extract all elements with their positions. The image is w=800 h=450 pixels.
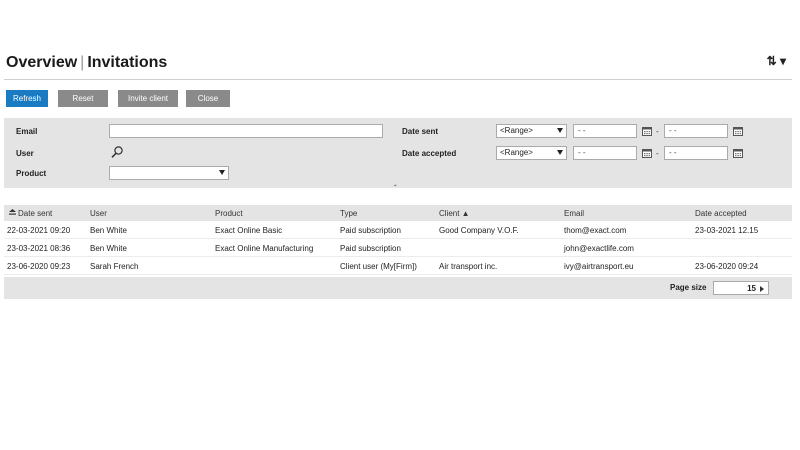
- email-label: Email: [16, 127, 38, 136]
- cell-email: thom@exact.com: [564, 226, 627, 235]
- search-icon[interactable]: [110, 145, 124, 161]
- column-email[interactable]: Email: [564, 209, 584, 218]
- table-footer: Page size 15: [4, 277, 792, 299]
- cell-date-accepted: 23-03-2021 12.15: [695, 226, 759, 235]
- invite-client-button[interactable]: Invite client: [118, 90, 178, 107]
- sort-icon[interactable]: [9, 209, 16, 218]
- collapse-filters-icon[interactable]: ˆ: [394, 184, 397, 193]
- cell-email: john@exactlife.com: [564, 244, 634, 253]
- invitations-table: Date sent User Product Type Client ▲ Ema…: [4, 205, 792, 299]
- calendar-icon[interactable]: [642, 148, 652, 158]
- table-header: Date sent User Product Type Client ▲ Ema…: [4, 205, 792, 221]
- date-accepted-range-value: <Range>: [500, 148, 533, 157]
- cell-user: Ben White: [90, 244, 127, 253]
- column-type[interactable]: Type: [340, 209, 357, 218]
- cell-client: Good Company V.O.F.: [439, 226, 519, 235]
- filter-panel: Email User Product Date sent <Range> - -…: [4, 118, 792, 193]
- cell-type: Paid subscription: [340, 244, 401, 253]
- calendar-icon[interactable]: [642, 126, 652, 136]
- cell-email: ivy@airtransport.eu: [564, 262, 634, 271]
- breadcrumb-separator: |: [80, 54, 85, 71]
- column-client[interactable]: Client ▲: [439, 209, 470, 218]
- table-row[interactable]: 22-03-2021 09:20 Ben White Exact Online …: [4, 221, 792, 239]
- product-label: Product: [16, 169, 47, 178]
- cell-date-sent: 22-03-2021 09:20: [7, 226, 71, 235]
- cell-user: Sarah French: [90, 262, 139, 271]
- reset-button[interactable]: Reset: [58, 90, 108, 107]
- date-accepted-to-input[interactable]: - -: [664, 146, 728, 160]
- page-size-input[interactable]: 15: [713, 281, 769, 295]
- date-accepted-label: Date accepted: [402, 149, 457, 158]
- column-date-accepted[interactable]: Date accepted: [695, 209, 747, 218]
- column-date-sent[interactable]: Date sent: [18, 209, 52, 218]
- refresh-button[interactable]: Refresh: [6, 90, 48, 107]
- range-separator: -: [656, 127, 659, 136]
- date-accepted-range-select[interactable]: <Range>: [496, 146, 567, 160]
- breadcrumb-invitations: Invitations: [87, 54, 168, 71]
- date-sent-range-value: <Range>: [500, 126, 533, 135]
- user-label: User: [16, 149, 34, 158]
- date-sent-from-input[interactable]: - -: [573, 124, 637, 138]
- cell-product: Exact Online Manufacturing: [215, 244, 314, 253]
- cell-type: Client user (My[Firm]): [340, 262, 417, 271]
- cell-user: Ben White: [90, 226, 127, 235]
- page-header: Overview | Invitations ⇅ ▾: [6, 52, 792, 76]
- chevron-down-icon: [219, 170, 225, 175]
- header-divider: [4, 79, 792, 80]
- date-sent-label: Date sent: [402, 127, 439, 136]
- cell-client: Air transport inc.: [439, 262, 498, 271]
- chevron-right-icon[interactable]: [760, 286, 764, 292]
- column-product[interactable]: Product: [215, 209, 243, 218]
- calendar-icon[interactable]: [733, 126, 743, 136]
- date-sent-range-select[interactable]: <Range>: [496, 124, 567, 138]
- breadcrumb-overview[interactable]: Overview: [6, 54, 77, 71]
- table-row[interactable]: 23-06-2020 09:23 Sarah French Client use…: [4, 257, 792, 275]
- cell-date-sent: 23-06-2020 09:23: [7, 262, 71, 271]
- date-accepted-from-input[interactable]: - -: [573, 146, 637, 160]
- column-user[interactable]: User: [90, 209, 107, 218]
- cell-product: Exact Online Basic: [215, 226, 283, 235]
- page-size-value: 15: [747, 284, 756, 293]
- table-row[interactable]: 23-03-2021 08:36 Ben White Exact Online …: [4, 239, 792, 257]
- sort-menu-icon[interactable]: ⇅ ▾: [767, 54, 786, 68]
- chevron-down-icon: [557, 128, 563, 133]
- chevron-down-icon: [557, 150, 563, 155]
- page-title: Overview | Invitations: [6, 54, 167, 72]
- calendar-icon[interactable]: [733, 148, 743, 158]
- email-field[interactable]: [109, 124, 383, 138]
- page-size-label: Page size: [670, 283, 707, 292]
- cell-date-accepted: 23-06-2020 09:24: [695, 262, 759, 271]
- close-button[interactable]: Close: [186, 90, 230, 107]
- range-separator: -: [656, 149, 659, 158]
- cell-date-sent: 23-03-2021 08:36: [7, 244, 71, 253]
- date-sent-to-input[interactable]: - -: [664, 124, 728, 138]
- cell-type: Paid subscription: [340, 226, 401, 235]
- product-select[interactable]: [109, 166, 229, 180]
